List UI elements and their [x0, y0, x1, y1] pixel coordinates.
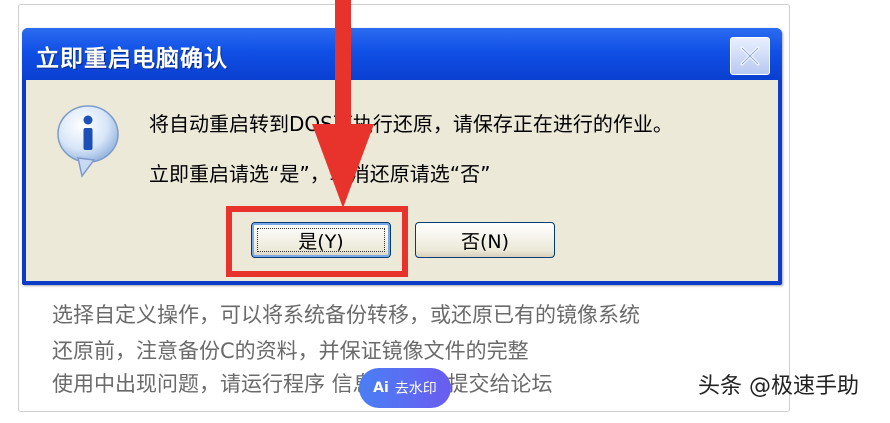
info-icon: [57, 105, 119, 178]
no-button-label: 否(N): [460, 230, 510, 253]
remove-watermark-label: 去水印: [394, 381, 437, 397]
close-button[interactable]: [730, 37, 770, 75]
background-text-line: 选择自定义操作，可以将系统备份转移，或还原已有的镜像系统: [52, 303, 640, 327]
no-button[interactable]: 否(N): [415, 222, 555, 258]
dialog-titlebar[interactable]: 立即重启电脑确认: [22, 28, 782, 80]
annotation-arrow-shaft: [335, 0, 351, 140]
annotation-arrow-head-icon: [312, 124, 374, 208]
ai-icon: Ai: [373, 380, 389, 396]
remove-watermark-button[interactable]: Ai 去水印: [359, 368, 451, 408]
close-icon: [740, 46, 760, 66]
annotation-highlight-box: [226, 206, 408, 277]
author-signature: 头条 @极速手助: [698, 374, 859, 399]
background-text-line: 使用中出现问题，请运行程序 信息反馈”，提交给论坛: [52, 372, 553, 396]
background-text-line: 还原前，注意备份C的资料，并保证镜像文件的完整: [52, 339, 529, 363]
dialog-title: 立即重启电脑确认: [36, 46, 228, 72]
dialog-message-line-1: 将自动重启转到DOS下执行还原，请保存正在进行的作业。: [149, 112, 673, 136]
